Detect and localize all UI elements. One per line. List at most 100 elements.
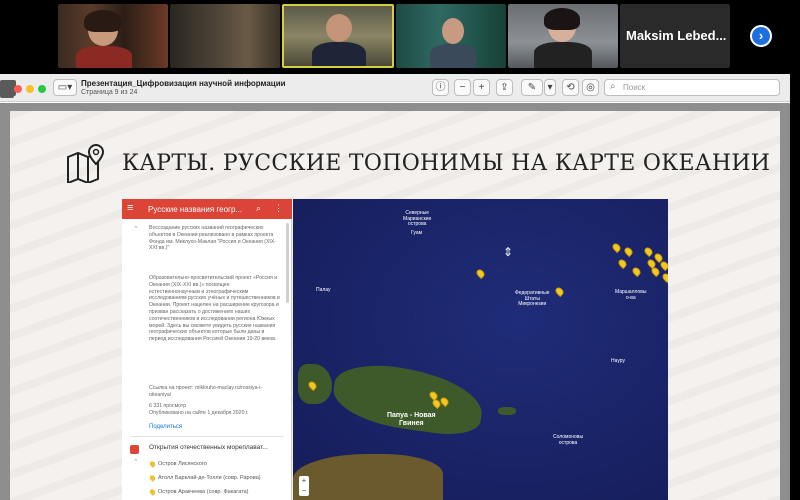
document-page-indicator: Страница 9 из 24 xyxy=(81,89,138,96)
participant-hair xyxy=(544,8,580,30)
map-label-solomon: Соломоновы острова xyxy=(553,434,584,446)
presentation-slide: КАРТЫ. РУССКИЕ ТОПОНИМЫ НА КАРТЕ ОКЕАНИИ… xyxy=(10,111,780,500)
annotate-icon: ◎ xyxy=(586,82,595,93)
search-icon: ⌕ xyxy=(610,81,616,92)
map-label-micronesia: Федеративные Штаты Микронезии xyxy=(515,290,550,307)
pen-icon: ✎ xyxy=(527,82,537,93)
participant-body xyxy=(430,44,476,68)
zoom-out-icon: − xyxy=(459,82,466,93)
resize-cursor-icon: ⇕ xyxy=(503,245,514,259)
layer-item[interactable]: Остров Аракчеева (совр. Факагата) xyxy=(158,489,248,495)
document-title: Презентация_Цифровизация научной информа… xyxy=(81,79,286,88)
map-description-body: Образовательно-просветительский проект «… xyxy=(149,275,280,343)
info-button[interactable]: ⓘ xyxy=(432,79,449,96)
published-date: Опубликовано на сайте 1 декабря 2020 г. xyxy=(149,410,249,416)
place-pin-icon xyxy=(148,488,157,496)
map-label-marshall: Маршалловы о-ва xyxy=(615,289,647,301)
place-pin[interactable] xyxy=(610,241,623,254)
participant-tile-1[interactable] xyxy=(58,4,168,68)
embedded-google-map[interactable]: ≡ Русские названия геогр... ⌕ ⋮ ⌃ Воссоз… xyxy=(122,199,668,500)
zoom-window-button[interactable] xyxy=(38,85,46,93)
participant-name: Maksim Lebed... xyxy=(626,28,727,43)
zoom-in-button[interactable]: + xyxy=(299,476,309,486)
place-pin[interactable] xyxy=(642,245,655,258)
participant-body xyxy=(76,46,132,68)
map-panel-header: ≡ Русские названия геогр... ⌕ ⋮ xyxy=(122,199,292,219)
more-options-icon[interactable]: ⋮ xyxy=(274,203,283,214)
zoom-in-icon: + xyxy=(478,82,485,93)
slide-heading: КАРТЫ. РУССКИЕ ТОПОНИМЫ НА КАРТЕ ОКЕАНИИ xyxy=(122,151,771,176)
views-count: 6 331 просмотр xyxy=(149,403,187,409)
share-map-link[interactable]: Поделиться xyxy=(149,424,182,430)
participant-tile-6[interactable]: Maksim Lebed... xyxy=(620,4,730,68)
place-pin[interactable] xyxy=(553,285,566,298)
participant-hair xyxy=(84,10,122,32)
participant-tile-3-active-speaker[interactable] xyxy=(282,4,394,68)
land-solomon xyxy=(498,407,516,415)
share-icon: ⇪ xyxy=(500,82,509,93)
map-label-north-mariana: Северные Марианские острова xyxy=(403,210,432,227)
info-icon: ⓘ xyxy=(435,82,446,93)
satellite-map-view[interactable]: Северные Марианские острова Гуам Палау Фед… xyxy=(293,199,668,500)
search-field[interactable]: ⌕ Поиск xyxy=(604,79,780,96)
sidebar-icon: ▭▾ xyxy=(57,82,73,93)
participant-face xyxy=(442,18,464,44)
video-strip: Maksim Lebed... › xyxy=(0,0,800,72)
layer-title: Открытия отечественных мореплават... xyxy=(149,444,268,451)
place-pin[interactable] xyxy=(622,245,635,258)
sidebar-toggle-button[interactable]: ▭▾ xyxy=(53,79,77,96)
map-title: Русские названия геогр... xyxy=(148,205,243,214)
chevron-up-icon[interactable]: ⌃ xyxy=(133,458,139,466)
participant-body xyxy=(534,42,592,68)
markup-button[interactable]: ✎ xyxy=(521,79,543,96)
place-pin[interactable] xyxy=(649,265,662,278)
search-icon[interactable]: ⌕ xyxy=(256,203,261,214)
project-link[interactable]: Ссылка на проект: miklouho-maclay.ru/ros… xyxy=(149,385,281,399)
map-zoom-control[interactable]: + − xyxy=(299,476,309,496)
layer-item[interactable]: Атолл Барклай-де-Толли (совр. Рароиа) xyxy=(158,475,261,481)
close-window-button[interactable] xyxy=(14,85,22,93)
map-label-nauru: Науру xyxy=(611,358,626,364)
search-placeholder: Поиск xyxy=(623,83,646,92)
participant-face xyxy=(326,14,352,42)
chevron-right-icon: › xyxy=(758,28,764,43)
screen-share-handle[interactable] xyxy=(0,84,14,98)
place-pin[interactable] xyxy=(474,267,487,280)
document-viewer[interactable]: КАРТЫ. РУССКИЕ ТОПОНИМЫ НА КАРТЕ ОКЕАНИИ… xyxy=(0,103,790,500)
participant-body xyxy=(312,42,366,66)
zoom-out-button[interactable]: − xyxy=(299,486,309,496)
map-label-palau: Палау xyxy=(316,287,331,293)
map-pin-icon xyxy=(67,143,105,183)
participant-tile-4[interactable] xyxy=(396,4,506,68)
rotate-button[interactable]: ⟲ xyxy=(562,79,579,96)
minimize-window-button[interactable] xyxy=(26,85,34,93)
layer-visibility-checkbox[interactable] xyxy=(130,445,139,454)
window-titlebar: … ▭▾ Презентация_Цифровизация научной ин… xyxy=(0,74,790,102)
hamburger-menu-icon[interactable]: ≡ xyxy=(127,202,133,214)
place-pin-icon xyxy=(148,460,157,468)
markup-menu-button[interactable]: ▾ xyxy=(544,79,556,96)
place-pin[interactable] xyxy=(658,259,668,272)
panel-scrollbar[interactable] xyxy=(286,223,289,303)
map-label-guam: Гуам xyxy=(411,230,423,236)
chevron-down-icon: ▾ xyxy=(547,82,553,93)
participant-tile-2[interactable] xyxy=(170,4,280,68)
place-pin[interactable] xyxy=(616,257,629,270)
preview-window: … ▭▾ Презентация_Цифровизация научной ин… xyxy=(0,74,790,500)
share-button[interactable]: ⇪ xyxy=(496,79,513,96)
map-label-papua: Папуа - Новая Гвинея xyxy=(387,412,436,427)
map-description-intro: Воссоздание русских названий географичес… xyxy=(149,225,277,252)
place-pin-icon xyxy=(148,474,157,482)
chevron-up-icon[interactable]: ⌃ xyxy=(133,225,139,233)
place-pin[interactable] xyxy=(660,271,668,284)
zoom-in-button[interactable]: + xyxy=(473,79,490,96)
divider xyxy=(130,436,284,437)
place-pin[interactable] xyxy=(630,265,643,278)
layer-item[interactable]: Остров Лисянского xyxy=(158,461,207,467)
annotate-button[interactable]: ◎ xyxy=(582,79,599,96)
map-legend-panel: ≡ Русские названия геогр... ⌕ ⋮ ⌃ Воссоз… xyxy=(122,199,292,500)
rotate-icon: ⟲ xyxy=(566,82,575,93)
participant-tile-5[interactable] xyxy=(508,4,618,68)
zoom-out-button[interactable]: − xyxy=(454,79,471,96)
next-participants-button[interactable]: › xyxy=(750,25,772,47)
